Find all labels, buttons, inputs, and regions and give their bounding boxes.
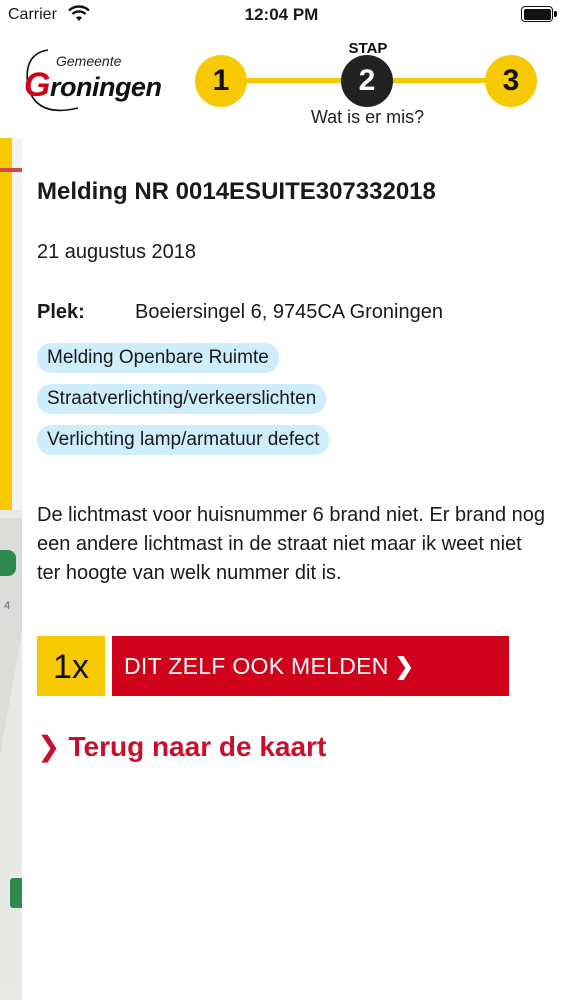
map-marker-icon[interactable] bbox=[0, 550, 16, 576]
map-street bbox=[0, 518, 22, 988]
step-2-current[interactable]: 2 bbox=[341, 55, 393, 107]
report-count-badge: 1x bbox=[37, 636, 105, 696]
chevron-right-icon: ❯ bbox=[394, 653, 415, 679]
battery-icon bbox=[521, 6, 553, 22]
report-date: 21 augustus 2018 bbox=[37, 241, 197, 263]
step-3[interactable]: 3 bbox=[485, 55, 537, 107]
step-1[interactable]: 1 bbox=[195, 55, 247, 107]
report-action-row: 1x DIT ZELF OOK MELDEN ❯ bbox=[37, 636, 509, 696]
step-caption: Wat is er mis? bbox=[310, 107, 425, 127]
map-label: 4 bbox=[4, 600, 11, 612]
category-tag: Straatverlichting/verkeerslichten bbox=[37, 384, 327, 414]
step-indicator: STAP 1 2 3 Wat is er mis? bbox=[195, 38, 540, 133]
map-block bbox=[12, 138, 22, 510]
report-myself-label: DIT ZELF OOK MELDEN bbox=[124, 653, 389, 679]
battery-tip bbox=[554, 11, 557, 17]
logo-rest: roningen bbox=[49, 72, 162, 102]
map-background[interactable]: 4 bbox=[0, 138, 22, 1000]
logo-main-text: Groningen bbox=[24, 66, 162, 105]
location-value: Boeiersingel 6, 9745CA Groningen bbox=[135, 301, 443, 323]
report-title: Melding NR 0014ESUITE307332018 bbox=[37, 178, 436, 205]
status-bar: Carrier 12:04 PM bbox=[0, 0, 563, 30]
category-tag: Melding Openbare Ruimte bbox=[37, 343, 279, 373]
logo-initial: G bbox=[24, 66, 50, 104]
location-label: Plek: bbox=[37, 301, 85, 323]
category-tag: Verlichting lamp/armatuur defect bbox=[37, 425, 330, 455]
back-to-map-link[interactable]: ❯ Terug naar de kaart bbox=[37, 730, 326, 763]
map-marker-icon[interactable] bbox=[10, 878, 22, 908]
header: Gemeente Groningen STAP 1 2 3 Wat is er … bbox=[0, 30, 563, 138]
gemeente-groningen-logo[interactable]: Gemeente Groningen bbox=[18, 46, 168, 126]
report-location: Plek: Boeiersingel 6, 9745CA Groningen bbox=[37, 301, 443, 324]
report-myself-button[interactable]: DIT ZELF OOK MELDEN ❯ bbox=[112, 636, 509, 696]
clock: 12:04 PM bbox=[244, 5, 319, 24]
back-to-map-label: Terug naar de kaart bbox=[68, 731, 327, 762]
map-yellow-road bbox=[0, 138, 12, 510]
category-tags: Melding Openbare Ruimte Straatverlichtin… bbox=[37, 343, 330, 466]
map-red-road bbox=[0, 168, 22, 172]
report-description: De lichtmast voor huisnummer 6 brand nie… bbox=[37, 504, 546, 584]
chevron-right-icon: ❯ bbox=[37, 731, 61, 762]
